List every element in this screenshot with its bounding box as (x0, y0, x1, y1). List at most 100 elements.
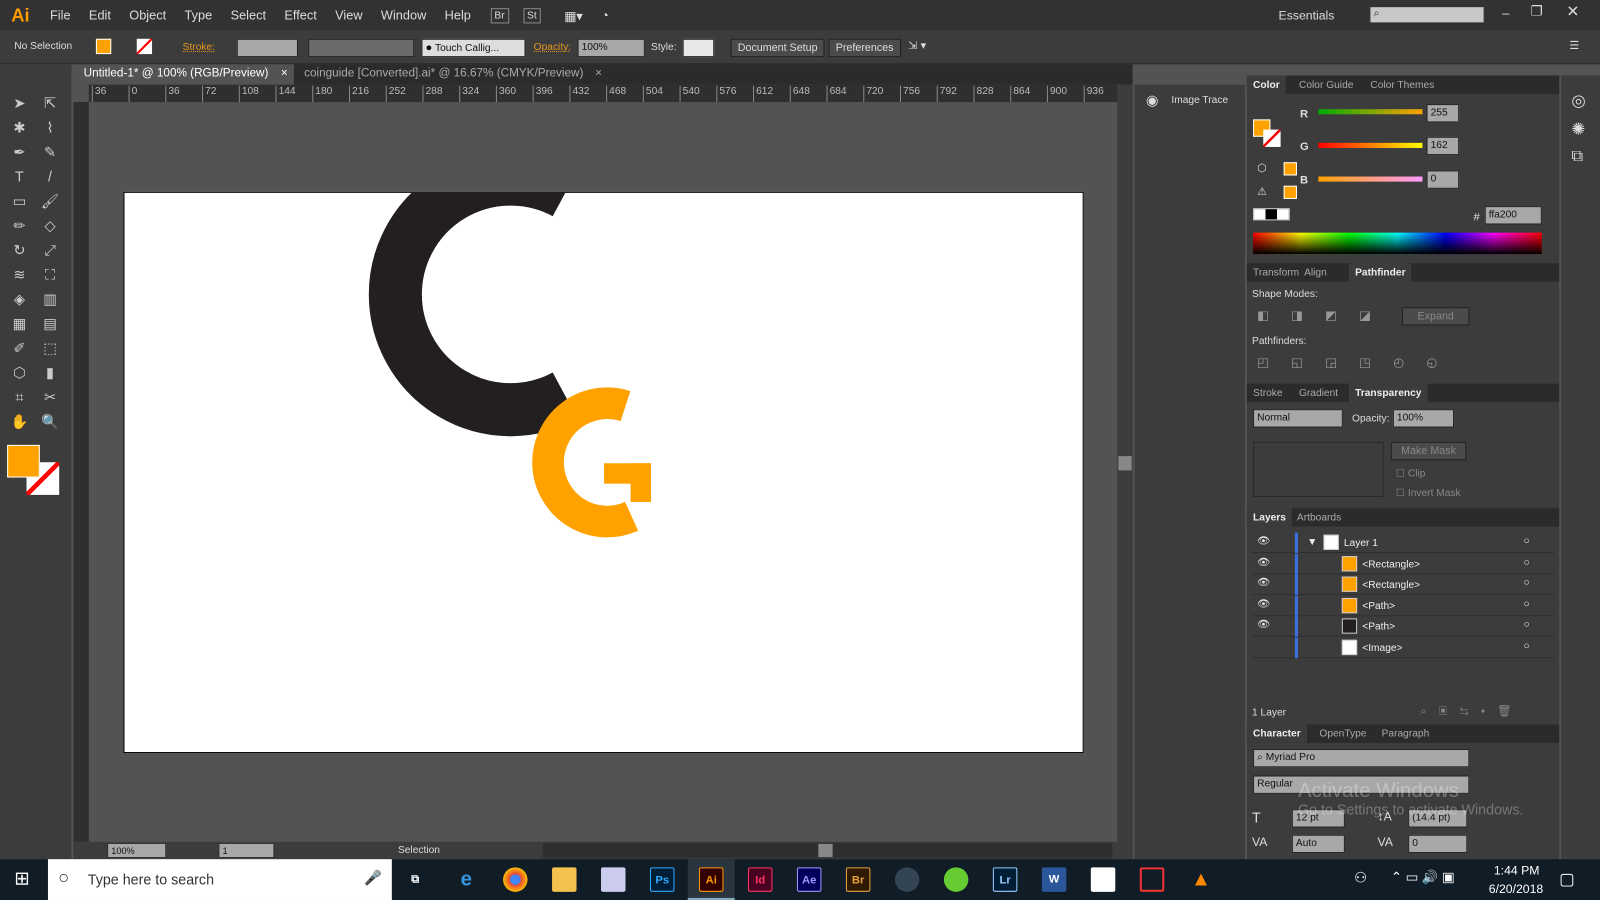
system-tray-icons[interactable]: ⌃ ▭ 🔊 ▣ (1391, 869, 1455, 885)
layer-row[interactable]: 👁 <Rectangle> ○ (1252, 553, 1555, 574)
preferences-button[interactable]: Preferences (828, 38, 901, 58)
menu-object[interactable]: Object (120, 8, 175, 22)
tracking-input[interactable]: 0 (1408, 834, 1468, 854)
menu-file[interactable]: File (41, 8, 80, 22)
opacity-label[interactable]: Opacity: (534, 42, 571, 53)
r-slider[interactable] (1318, 109, 1423, 115)
layer-row[interactable]: 👁 ▼ Layer 1 ○ (1252, 532, 1555, 554)
tool-button[interactable]: ▭ (8, 191, 30, 211)
action-center-icon[interactable]: ▢ (1559, 869, 1574, 889)
tool-button[interactable]: ⬚ (39, 338, 61, 358)
layer-row[interactable]: 👁 <Rectangle> ○ (1252, 574, 1555, 595)
blend-mode-select[interactable]: Normal (1253, 409, 1343, 428)
variable-width-profile[interactable] (308, 38, 415, 58)
layer-row[interactable]: <Image> ○ (1252, 637, 1555, 658)
scroll-thumb[interactable] (818, 843, 833, 858)
tool-button[interactable]: ✱ (8, 117, 30, 137)
tool-button[interactable]: ▥ (39, 289, 61, 309)
toolbar-fill-swatch[interactable] (7, 444, 40, 478)
close-tab-icon[interactable]: × (281, 67, 288, 79)
microphone-icon[interactable]: 🎤 (364, 869, 382, 886)
people-icon[interactable]: ⚇ (1354, 869, 1367, 886)
layer-name[interactable]: <Path> (1362, 601, 1395, 612)
clock-time[interactable]: 1:44 PM (1494, 863, 1540, 877)
document-setup-button[interactable]: Document Setup (730, 38, 825, 58)
status-mode[interactable]: Selection (398, 845, 440, 856)
illustrator-icon[interactable]: Ai (698, 867, 724, 892)
logo-dark-c-path[interactable] (368, 152, 578, 437)
vlc-icon[interactable]: ▲ (1189, 867, 1213, 891)
layer-actions[interactable]: ⌕▣⇆▪🗑 (1420, 704, 1523, 718)
workspace-switcher[interactable]: Essentials (1279, 8, 1335, 22)
none-black-white-swatches[interactable] (1253, 208, 1290, 221)
clock-date[interactable]: 6/20/2018 (1489, 882, 1543, 896)
expand-button[interactable]: Expand (1402, 307, 1470, 326)
layer-name[interactable]: <Path> (1362, 621, 1395, 632)
stroke-weight-input[interactable] (236, 38, 298, 58)
tool-button[interactable]: ⬡ (8, 362, 30, 382)
tab-layers[interactable]: Layers (1246, 508, 1293, 527)
tab-character[interactable]: Character (1246, 724, 1307, 743)
tool-button[interactable]: ◇ (39, 215, 61, 235)
visibility-eye-icon[interactable]: 👁 (1257, 536, 1270, 547)
close-tab-icon[interactable]: × (595, 67, 602, 79)
logo-orange-g-path[interactable] (532, 387, 639, 538)
layer-name[interactable]: <Rectangle> (1362, 580, 1420, 591)
tool-button[interactable]: T (8, 166, 30, 186)
target-circle-icon[interactable]: ○ (1523, 598, 1529, 609)
tool-button[interactable]: ⛶ (39, 264, 61, 284)
visibility-eye-icon[interactable]: 👁 (1257, 598, 1270, 609)
layer-row[interactable]: 👁 <Path> ○ (1252, 616, 1555, 637)
tool-button[interactable]: ⌗ (8, 387, 30, 407)
menu-window[interactable]: Window (372, 8, 436, 22)
menu-help[interactable]: Help (435, 8, 480, 22)
tab-untitled[interactable]: Untitled-1* @ 100% (RGB/Preview) × (73, 64, 294, 85)
tool-button[interactable]: ↻ (8, 240, 30, 260)
tool-button[interactable]: 🔍 (39, 411, 61, 431)
target-circle-icon[interactable]: ○ (1523, 557, 1529, 568)
tab-artboards[interactable]: Artboards (1291, 508, 1347, 526)
tool-button[interactable]: 🖌 (39, 191, 61, 211)
target-circle-icon[interactable]: ○ (1523, 640, 1529, 651)
scroll-thumb[interactable] (1118, 456, 1132, 471)
vertical-scrollbar[interactable] (1117, 84, 1133, 842)
menu-view[interactable]: View (326, 8, 372, 22)
tool-button[interactable]: ▤ (39, 313, 61, 333)
target-circle-icon[interactable]: ○ (1523, 536, 1529, 547)
tab-stroke[interactable]: Stroke (1247, 384, 1289, 402)
tool-button[interactable]: ✐ (8, 338, 30, 358)
file-explorer-icon[interactable] (552, 867, 577, 892)
panel-menu-icon[interactable]: ☰ (1569, 39, 1579, 52)
tool-button[interactable]: ◈ (8, 289, 30, 309)
logo-g-stem[interactable] (630, 463, 652, 503)
hex-input[interactable]: ffa200 (1484, 206, 1542, 225)
gpu-performance-icon[interactable]: ◔ (592, 8, 618, 22)
menu-type[interactable]: Type (175, 8, 221, 22)
arrange-icon[interactable]: ⇲ ▾ (908, 39, 926, 52)
g-value[interactable]: 162 (1426, 136, 1460, 156)
indesign-icon[interactable]: Id (747, 867, 773, 892)
clip-checkbox[interactable]: ☐ Clip (1396, 468, 1426, 479)
b-slider[interactable] (1318, 176, 1423, 182)
image-trace-button[interactable]: Image Trace (1171, 95, 1228, 106)
r-value[interactable]: 255 (1426, 104, 1460, 123)
menu-select[interactable]: Select (221, 8, 275, 22)
invert-mask-checkbox[interactable]: ☐ Invert Mask (1396, 488, 1461, 499)
tab-paragraph[interactable]: Paragraph (1375, 724, 1435, 742)
tool-button[interactable]: ⇱ (39, 93, 61, 113)
tool-button[interactable]: ✂ (39, 387, 61, 407)
zoom-select[interactable]: 100% (107, 842, 167, 859)
edge-icon[interactable]: e (454, 867, 478, 891)
stroke-color-swatch[interactable] (1263, 129, 1281, 147)
tool-button[interactable]: ⌇ (39, 117, 61, 137)
close-button[interactable]: ✕ (1566, 2, 1579, 20)
app-red-icon[interactable] (1139, 867, 1165, 892)
tool-button[interactable]: ✋ (8, 411, 30, 431)
tool-button[interactable]: ✎ (39, 142, 61, 162)
layer-name[interactable]: <Rectangle> (1362, 559, 1420, 570)
tab-color-themes[interactable]: Color Themes (1364, 76, 1440, 94)
image-trace-icon[interactable]: ◉ (1146, 92, 1158, 109)
target-circle-icon[interactable]: ○ (1523, 578, 1529, 589)
artboard-number[interactable]: 1 (218, 842, 275, 859)
make-mask-button[interactable]: Make Mask (1390, 441, 1467, 461)
